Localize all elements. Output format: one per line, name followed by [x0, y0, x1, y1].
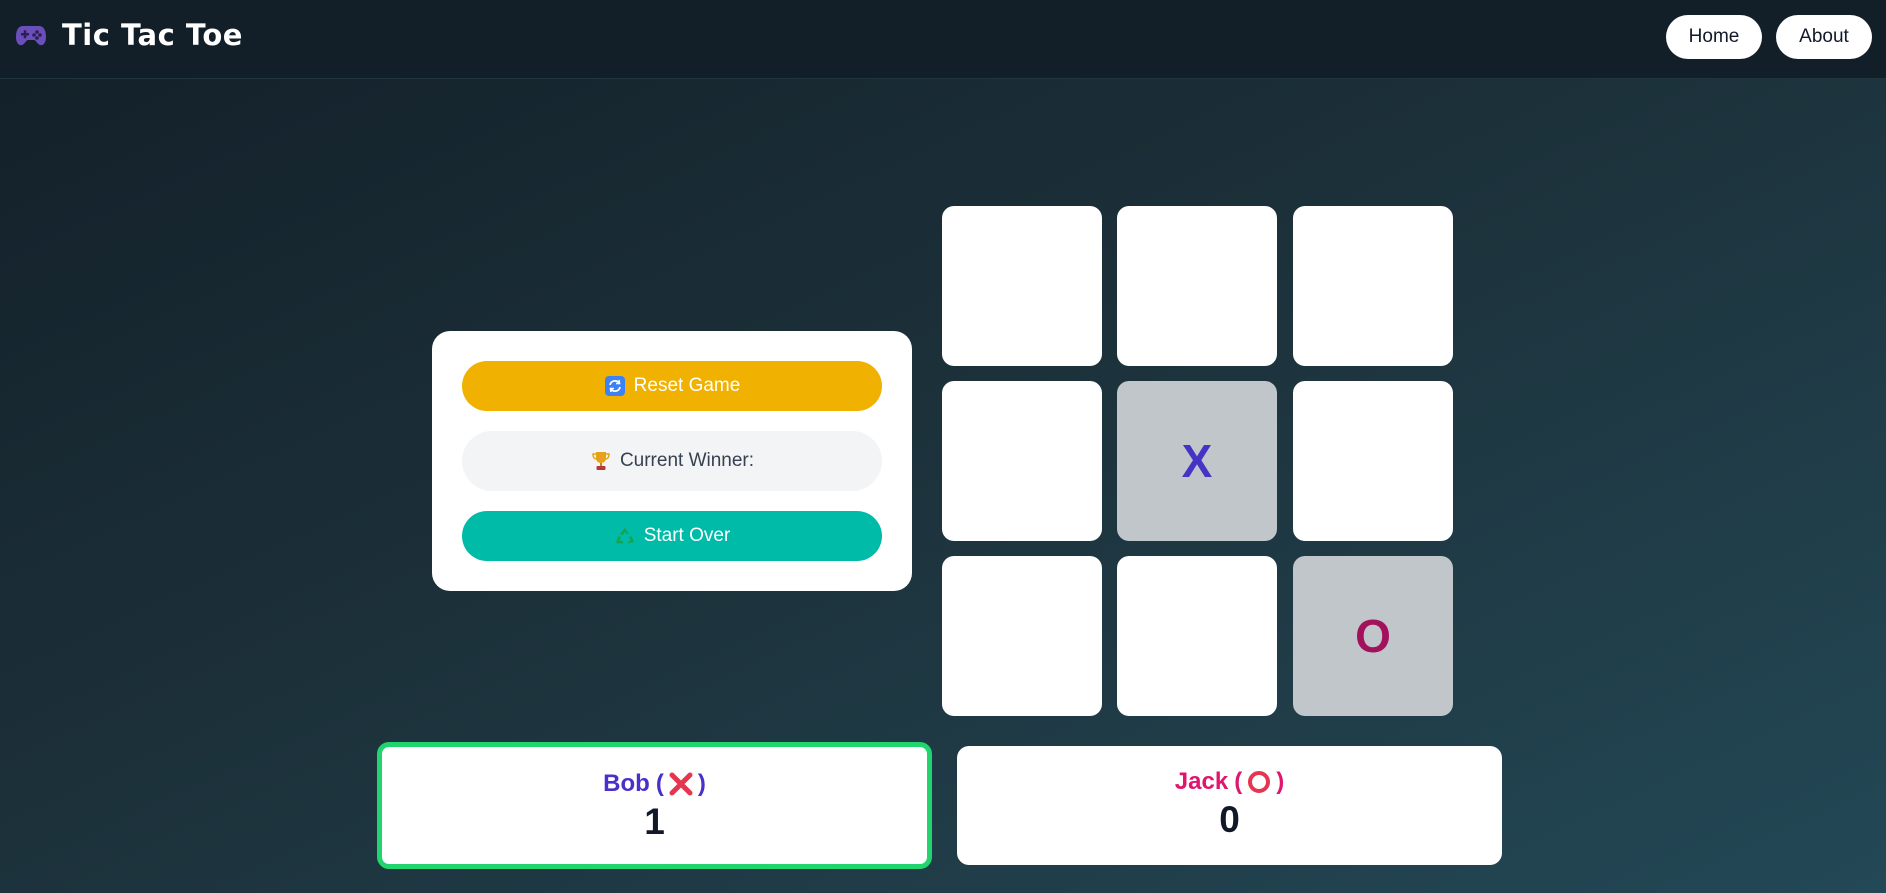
player-score-card-jack: Jack ( ) 0 — [957, 746, 1502, 865]
open-paren: ( — [1234, 768, 1243, 795]
nav-about-button[interactable]: About — [1776, 15, 1872, 59]
player-score-card-bob: Bob ( ) 1 — [377, 742, 932, 869]
current-winner-label: Current Winner: — [619, 450, 755, 471]
reset-game-button[interactable]: Reset Game — [462, 361, 882, 411]
player-name: Jack — [1174, 768, 1229, 795]
circle-mark-icon — [1244, 767, 1274, 797]
trophy-icon — [590, 450, 612, 472]
player-score: 1 — [644, 801, 665, 842]
start-over-label: Start Over — [643, 525, 731, 546]
open-paren: ( — [655, 770, 664, 797]
close-paren: ) — [1276, 768, 1285, 795]
reset-game-label: Reset Game — [633, 375, 741, 396]
board-cell[interactable] — [1117, 206, 1277, 366]
player-name: Bob — [603, 770, 650, 797]
close-paren: ) — [697, 770, 706, 797]
recycle-icon — [614, 525, 636, 547]
game-board: X O — [942, 206, 1453, 716]
player-score: 0 — [1219, 799, 1240, 840]
cross-mark-icon — [666, 769, 696, 799]
board-cell[interactable] — [942, 381, 1102, 541]
brand[interactable]: Tic Tac Toe — [14, 18, 243, 52]
board-cell[interactable]: X — [1117, 381, 1277, 541]
nav-home-button[interactable]: Home — [1666, 15, 1762, 59]
board-cell[interactable] — [942, 556, 1102, 716]
board-cell[interactable] — [1293, 206, 1453, 366]
board-cell[interactable]: O — [1293, 556, 1453, 716]
app-title: Tic Tac Toe — [62, 18, 243, 52]
top-navbar: Tic Tac Toe Home About — [0, 0, 1886, 79]
board-cell[interactable] — [1117, 556, 1277, 716]
refresh-icon — [604, 375, 626, 397]
start-over-button[interactable]: Start Over — [462, 511, 882, 561]
player-name-row: Jack ( ) — [957, 767, 1502, 797]
board-cell[interactable] — [1293, 381, 1453, 541]
current-winner-display: Current Winner: — [462, 431, 882, 491]
gamepad-icon — [14, 18, 48, 52]
control-panel: Reset Game Current Winner: Start Over — [432, 331, 912, 591]
board-cell[interactable] — [942, 206, 1102, 366]
player-name-row: Bob ( ) — [382, 769, 927, 799]
